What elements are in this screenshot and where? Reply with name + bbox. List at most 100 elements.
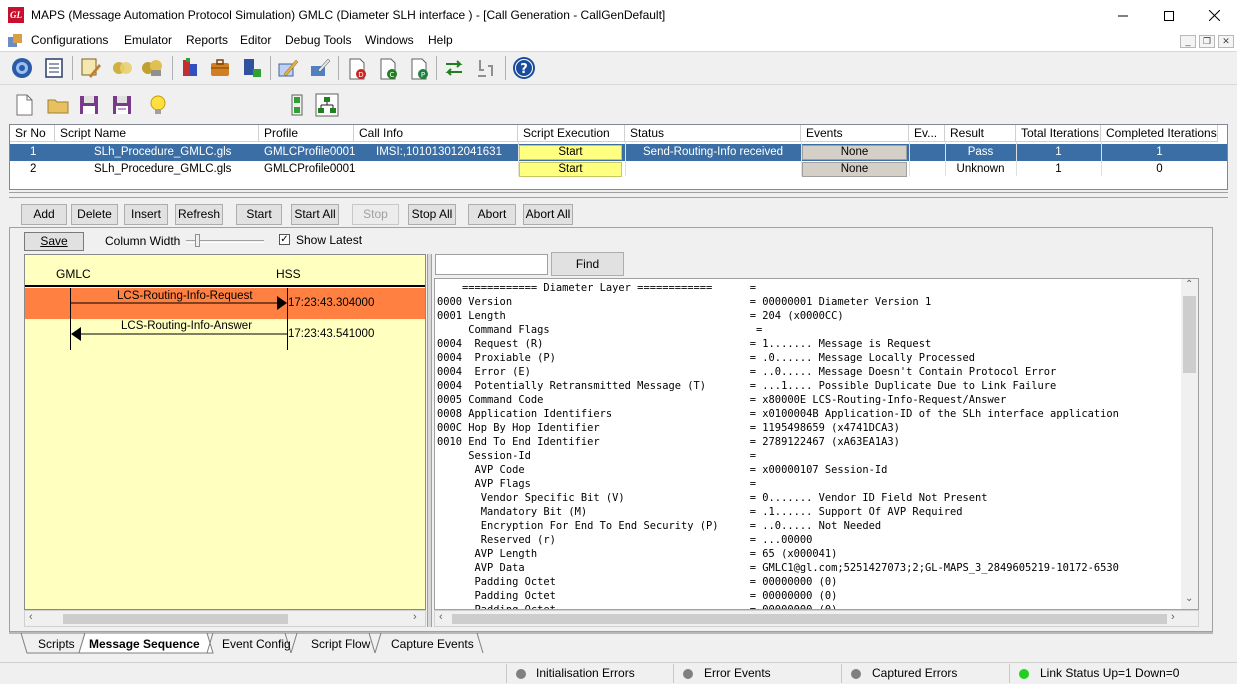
- mdi-close-button[interactable]: ✕: [1218, 35, 1234, 48]
- column-header-result[interactable]: Result: [945, 125, 1016, 142]
- network-config-icon[interactable]: [308, 56, 332, 80]
- profile-config-icon[interactable]: [110, 56, 134, 80]
- tab-capture-events[interactable]: Capture Events: [391, 634, 474, 654]
- cell-script-name: SLh_Procedure_GMLC.gls: [94, 146, 232, 158]
- column-header-status[interactable]: Status: [625, 125, 801, 142]
- scroll-right-icon[interactable]: ›: [413, 611, 417, 623]
- scroll-thumb[interactable]: [452, 614, 1167, 624]
- abort-all-button[interactable]: Abort All: [523, 204, 573, 225]
- stop-all-button[interactable]: Stop All: [408, 204, 456, 225]
- status-link-status[interactable]: Link Status Up=1 Down=0: [1009, 664, 1235, 683]
- message-detail-panel[interactable]: ============ Diameter Layer ============…: [434, 278, 1199, 610]
- column-header-script-execution[interactable]: Script Execution: [518, 125, 625, 142]
- configuration-gear-icon[interactable]: [10, 56, 34, 80]
- status-initialisation-errors[interactable]: Initialisation Errors: [506, 664, 668, 683]
- call-generation-icon[interactable]: [140, 56, 164, 80]
- row-start-button[interactable]: Start: [519, 145, 622, 160]
- abort-button[interactable]: Abort: [468, 204, 516, 225]
- save-as-disk-icon[interactable]: [110, 93, 134, 117]
- scroll-down-icon[interactable]: ⌄: [1185, 593, 1193, 604]
- tab-script-flow[interactable]: Script Flow: [311, 634, 370, 654]
- find-input[interactable]: [435, 254, 548, 275]
- script-edit-icon[interactable]: [79, 56, 103, 80]
- help-question-icon[interactable]: ?: [512, 56, 536, 80]
- user-lock-icon[interactable]: [240, 56, 264, 80]
- menu-debug-tools[interactable]: Debug Tools: [285, 33, 352, 47]
- find-button[interactable]: Find: [551, 252, 624, 276]
- status-captured-errors[interactable]: Captured Errors: [841, 664, 1003, 683]
- row-start-button[interactable]: Start: [519, 162, 622, 177]
- message-label[interactable]: LCS-Routing-Info-Request: [117, 290, 253, 302]
- close-button[interactable]: [1191, 0, 1237, 31]
- vertical-splitter[interactable]: [427, 254, 432, 627]
- scroll-right-icon[interactable]: ›: [1171, 611, 1175, 623]
- detail-horizontal-scrollbar[interactable]: ‹ ›: [434, 610, 1199, 627]
- scroll-thumb[interactable]: [1183, 296, 1196, 373]
- scroll-left-icon[interactable]: ‹: [29, 611, 33, 623]
- cell-ev: [909, 161, 945, 178]
- notebook-icon[interactable]: [42, 56, 66, 80]
- start-button[interactable]: Start: [236, 204, 282, 225]
- tab-event-config[interactable]: Event Config: [222, 634, 291, 654]
- show-latest-checkbox[interactable]: ✓: [279, 234, 290, 245]
- connect-arrows-icon[interactable]: [442, 56, 466, 80]
- table-row[interactable]: 1 SLh_Procedure_GMLC.gls GMLCProfile0001…: [10, 144, 1227, 161]
- delete-button[interactable]: Delete: [71, 204, 118, 225]
- start-all-button[interactable]: Start All: [291, 204, 339, 225]
- briefcase-icon[interactable]: [208, 56, 232, 80]
- app-menu-icon[interactable]: [7, 33, 23, 49]
- open-folder-icon[interactable]: [46, 93, 70, 117]
- compile-script-icon[interactable]: C: [377, 57, 401, 81]
- menu-editor[interactable]: Editor: [240, 33, 271, 47]
- vertical-layout-icon[interactable]: [285, 93, 309, 117]
- scroll-up-icon[interactable]: ⌃: [1185, 279, 1193, 290]
- column-header-script-name[interactable]: Script Name: [55, 125, 259, 142]
- horizontal-splitter[interactable]: [9, 192, 1228, 198]
- profile-script-icon[interactable]: P: [408, 57, 432, 81]
- maximize-button[interactable]: [1146, 0, 1192, 31]
- message-label[interactable]: LCS-Routing-Info-Answer: [121, 320, 252, 332]
- detail-line: AVP Data = GMLC1@gl.com;5251427073;2;GL-…: [437, 562, 1119, 574]
- column-header-ev[interactable]: Ev...: [909, 125, 945, 142]
- mdi-restore-button[interactable]: ❐: [1199, 35, 1215, 48]
- stop-button[interactable]: Stop: [352, 204, 399, 225]
- column-width-label: Column Width: [105, 234, 181, 248]
- lightbulb-icon[interactable]: [146, 93, 170, 117]
- insert-button[interactable]: Insert: [124, 204, 168, 225]
- scroll-left-icon[interactable]: ‹: [439, 611, 443, 623]
- disconnect-icon[interactable]: [474, 56, 498, 80]
- tree-layout-icon[interactable]: [315, 93, 339, 117]
- menu-reports[interactable]: Reports: [186, 33, 228, 47]
- column-header-call-info[interactable]: Call Info: [354, 125, 518, 142]
- row-events-button[interactable]: None: [802, 162, 907, 177]
- add-button[interactable]: Add: [21, 204, 67, 225]
- column-width-slider-thumb[interactable]: [195, 234, 200, 247]
- column-header-total-iterations[interactable]: Total Iterations: [1016, 125, 1101, 142]
- column-header-sr-no[interactable]: Sr No: [10, 125, 55, 142]
- column-header-completed-iterations[interactable]: Completed Iterations: [1101, 125, 1218, 142]
- menu-emulator[interactable]: Emulator: [124, 33, 172, 47]
- save-view-button[interactable]: Save: [24, 232, 84, 251]
- new-file-icon[interactable]: [12, 93, 36, 117]
- header-divider: [25, 285, 425, 287]
- minimize-button[interactable]: [1100, 0, 1146, 31]
- detail-vertical-scrollbar[interactable]: ⌃ ⌄: [1181, 279, 1198, 609]
- row-events-button[interactable]: None: [802, 145, 907, 160]
- menu-windows[interactable]: Windows: [365, 33, 414, 47]
- mdi-minimize-button[interactable]: _: [1180, 35, 1196, 48]
- edit-pencil-icon[interactable]: [276, 56, 300, 80]
- run-script-icon[interactable]: D: [346, 57, 370, 81]
- database-icon[interactable]: [178, 56, 202, 80]
- menu-configurations[interactable]: Configurations: [31, 33, 108, 47]
- refresh-button[interactable]: Refresh: [175, 204, 223, 225]
- column-header-profile[interactable]: Profile: [259, 125, 354, 142]
- tab-message-sequence[interactable]: Message Sequence: [89, 634, 200, 654]
- tab-scripts[interactable]: Scripts: [38, 634, 75, 654]
- column-header-events[interactable]: Events: [801, 125, 909, 142]
- scroll-thumb[interactable]: [63, 614, 288, 624]
- table-row[interactable]: 2 SLh_Procedure_GMLC.gls GMLCProfile0001…: [10, 161, 1227, 178]
- menu-help[interactable]: Help: [428, 33, 453, 47]
- status-error-events[interactable]: Error Events: [673, 664, 835, 683]
- sequence-horizontal-scrollbar[interactable]: ‹ ›: [24, 610, 426, 627]
- save-disk-icon[interactable]: [77, 93, 101, 117]
